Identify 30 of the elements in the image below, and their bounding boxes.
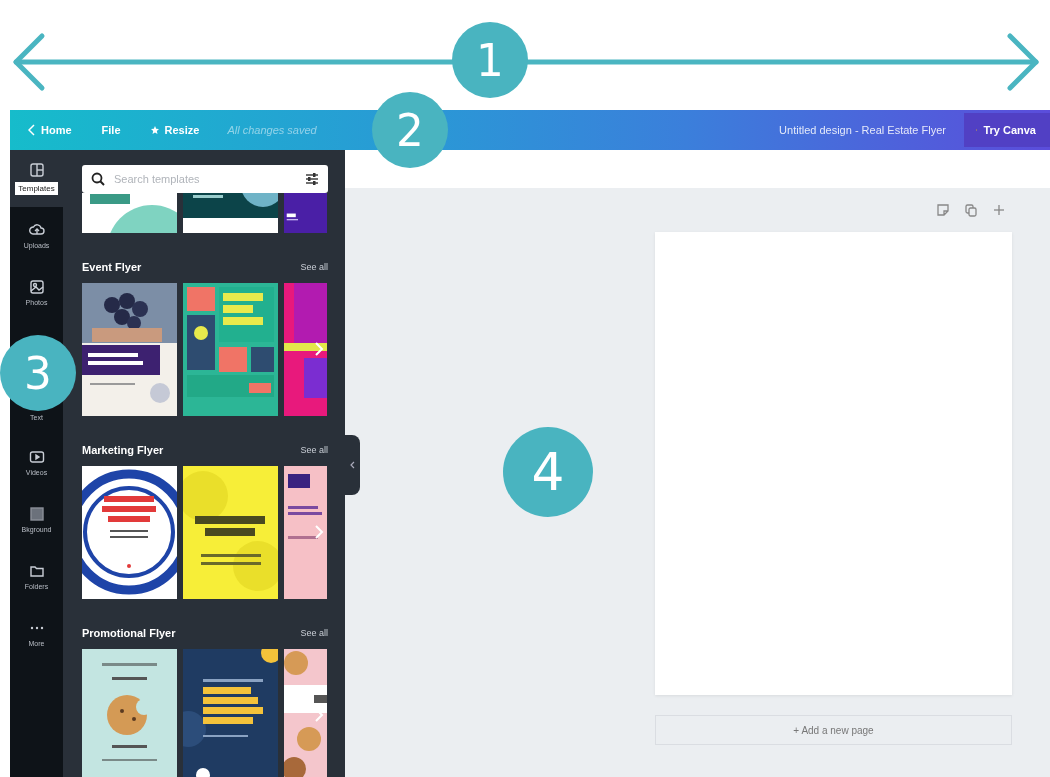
sidebar-item[interactable]: Templates (10, 150, 63, 207)
number-marker: 2 (372, 92, 448, 168)
see-all-link[interactable]: See all (300, 262, 328, 272)
chevron-right-icon[interactable] (314, 524, 324, 540)
search-icon (91, 172, 105, 186)
collapse-tab[interactable] (345, 435, 360, 495)
star-icon (150, 126, 159, 134)
folder-icon (28, 563, 45, 579)
search-field[interactable]: Search templates (82, 165, 328, 193)
see-all-link[interactable]: See all (300, 628, 328, 638)
number-marker: 1 (452, 22, 528, 98)
copy-icon[interactable] (964, 203, 978, 217)
section-title: Marketing Flyer (82, 444, 164, 456)
filter-icon[interactable] (305, 172, 319, 186)
chevron-left-icon (350, 461, 355, 469)
pattern-icon (28, 506, 45, 522)
add-page-button[interactable]: + Add a new page (655, 715, 1012, 745)
section-title: Event Flyer (82, 261, 142, 273)
image-icon (28, 279, 45, 295)
save-status: All changes saved (227, 124, 317, 136)
cloud-upload-icon (28, 222, 45, 238)
layout-icon (28, 162, 45, 178)
see-all-link[interactable]: See all (300, 445, 328, 455)
video-icon (28, 449, 45, 465)
upgrade-button[interactable]: Try Canva (964, 113, 1050, 147)
section-title: Promotional Flyer (82, 627, 176, 639)
design-title: Untitled design - Real Estate Flyer (779, 124, 946, 136)
note-icon[interactable] (936, 203, 950, 217)
back-icon (28, 124, 35, 136)
chevron-right-icon[interactable] (314, 341, 324, 357)
